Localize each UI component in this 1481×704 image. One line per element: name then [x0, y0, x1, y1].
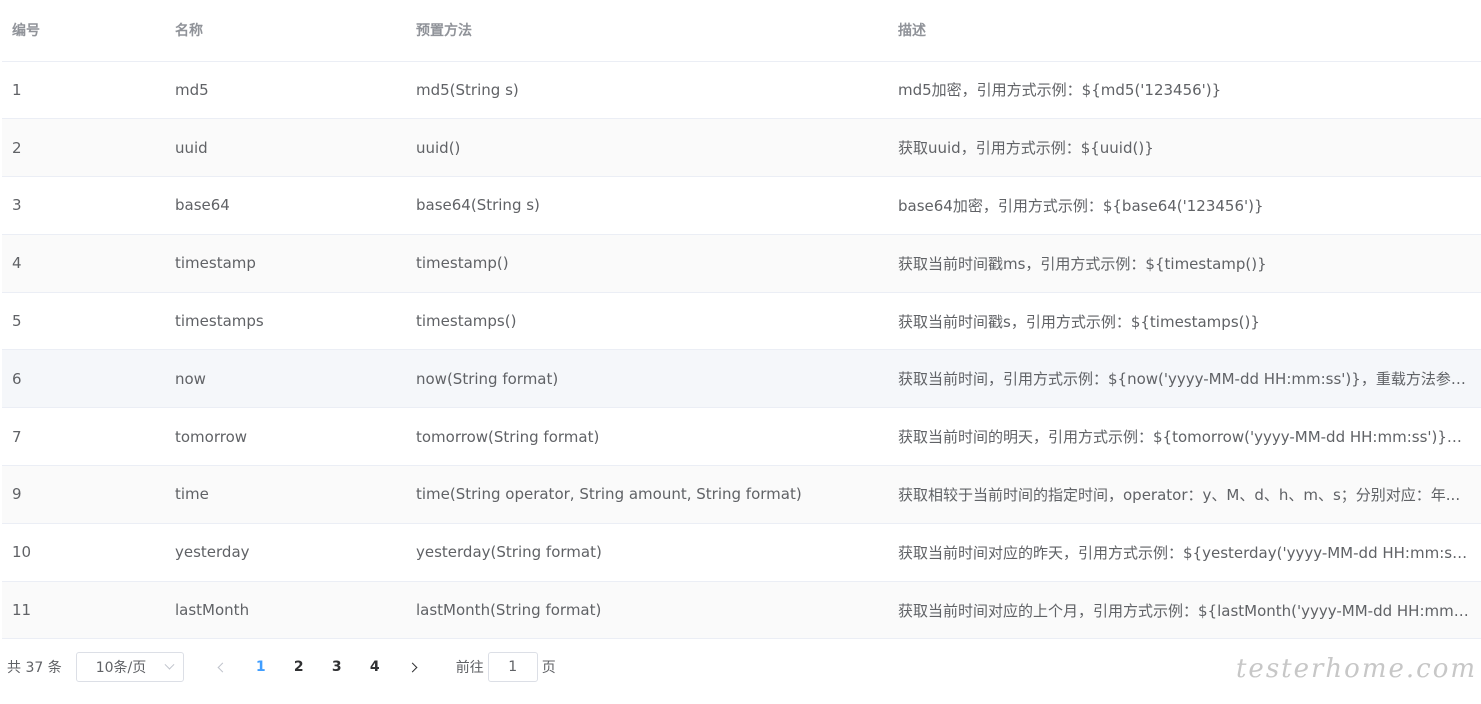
pagination-total: 共 37 条: [7, 660, 62, 676]
cell-description: md5加密，引用方式示例：${md5('123456')}: [888, 61, 1481, 120]
cell-method: timestamps(): [406, 292, 888, 351]
cell-id: 5: [2, 292, 165, 351]
cell-method: timestamp(): [406, 234, 888, 293]
page-number-1[interactable]: 1: [242, 653, 280, 681]
cell-name: lastMonth: [165, 581, 406, 640]
cell-method: lastMonth(String format): [406, 581, 888, 640]
table-header-row: 编号 名称 预置方法 描述: [2, 0, 1481, 62]
page-number-2[interactable]: 2: [280, 653, 318, 681]
goto-suffix: 页: [541, 660, 556, 676]
goto-page: 前往 页: [456, 652, 556, 682]
page-number-4[interactable]: 4: [356, 653, 394, 681]
cell-method: now(String format): [406, 349, 888, 409]
column-header-name[interactable]: 名称: [165, 0, 406, 62]
table-row[interactable]: 7 tomorrow tomorrow(String format) 获取当前时间的明…: [2, 407, 1481, 467]
table-row[interactable]: 3 base64 base64(String s) base64加密，引用方式示例：$…: [2, 176, 1481, 235]
cell-name: base64: [165, 176, 406, 235]
cell-name: uuid: [165, 118, 406, 178]
goto-page-input[interactable]: [487, 652, 538, 682]
cell-id: 9: [2, 465, 165, 524]
cell-method: time(String operator, String amount, Str…: [406, 465, 888, 524]
table-row[interactable]: 10 yesterday yesterday(String format) 获取当前时…: [2, 523, 1481, 582]
cell-id: 2: [2, 118, 165, 178]
column-header-id[interactable]: 编号: [2, 0, 165, 62]
cell-method: tomorrow(String format): [406, 407, 888, 467]
chevron-right-icon: [407, 662, 418, 672]
cell-id: 7: [2, 407, 165, 467]
table-body: 1 md5 md5(String s) md5加密，引用方式示例：${md5('123…: [2, 61, 1481, 640]
cell-name: timestamps: [165, 292, 406, 351]
cell-name: now: [165, 349, 406, 409]
cell-id: 10: [2, 523, 165, 582]
cell-id: 3: [2, 176, 165, 235]
cell-id: 4: [2, 234, 165, 293]
chevron-left-icon: [217, 662, 228, 672]
cell-name: md5: [165, 61, 406, 120]
cell-description: 获取当前时间对应的昨天，引用方式示例：${yesterday('yyyy-MM-…: [888, 523, 1481, 582]
cell-description: 获取当前时间，引用方式示例：${now('yyyy-MM-dd HH:mm:ss…: [888, 349, 1481, 409]
page-size-select[interactable]: 10条/页: [75, 652, 184, 682]
pagination: 共 37 条 10条/页 1 2 3 4 前往 页: [0, 650, 556, 684]
table-row[interactable]: 5 timestamps timestamps() 获取当前时间戳s，引用方式示例：$…: [2, 292, 1481, 351]
table-row[interactable]: 1 md5 md5(String s) md5加密，引用方式示例：${md5('123…: [2, 61, 1481, 120]
cell-description: 获取当前时间的明天，引用方式示例：${tomorrow('yyyy-MM-dd …: [888, 407, 1481, 467]
cell-name: tomorrow: [165, 407, 406, 467]
table-row[interactable]: 6 now now(String format) 获取当前时间，引用方式示例：${no…: [2, 349, 1481, 409]
cell-id: 11: [2, 581, 165, 640]
cell-method: base64(String s): [406, 176, 888, 235]
cell-method: uuid(): [406, 118, 888, 178]
page-size-value: 10条/页: [95, 660, 147, 676]
cell-id: 6: [2, 349, 165, 409]
page-number-3[interactable]: 3: [318, 653, 356, 681]
table-row[interactable]: 2 uuid uuid() 获取uuid，引用方式示例：${uuid()}: [2, 118, 1481, 178]
goto-prefix: 前往: [455, 660, 484, 676]
data-table: 编号 名称 预置方法 描述 1 md5 md5(String s) md5加密，引用方…: [2, 0, 1481, 640]
cell-id: 1: [2, 61, 165, 120]
watermark: testerhome.com: [1235, 654, 1477, 684]
next-page-button[interactable]: [394, 653, 432, 681]
cell-name: yesterday: [165, 523, 406, 582]
cell-description: 获取当前时间戳ms，引用方式示例：${timestamp()}: [888, 234, 1481, 293]
cell-method: yesterday(String format): [406, 523, 888, 582]
cell-description: 获取uuid，引用方式示例：${uuid()}: [888, 118, 1481, 178]
cell-description: 获取当前时间戳s，引用方式示例：${timestamps()}: [888, 292, 1481, 351]
column-header-method[interactable]: 预置方法: [406, 0, 888, 62]
table-row[interactable]: 11 lastMonth lastMonth(String format) 获取当前时…: [2, 581, 1481, 640]
column-header-description[interactable]: 描述: [888, 0, 1481, 62]
cell-description: base64加密，引用方式示例：${base64('123456')}: [888, 176, 1481, 235]
cell-name: timestamp: [165, 234, 406, 293]
cell-name: time: [165, 465, 406, 524]
cell-method: md5(String s): [406, 61, 888, 120]
prev-page-button[interactable]: [204, 653, 242, 681]
cell-description: 获取相较于当前时间的指定时间，operator：y、M、d、h、m、s；分别对应…: [888, 465, 1481, 524]
table-row[interactable]: 9 time time(String operator, String amount…: [2, 465, 1481, 524]
chevron-down-icon: [164, 659, 175, 670]
table-row[interactable]: 4 timestamp timestamp() 获取当前时间戳ms，引用方式示例：${…: [2, 234, 1481, 293]
